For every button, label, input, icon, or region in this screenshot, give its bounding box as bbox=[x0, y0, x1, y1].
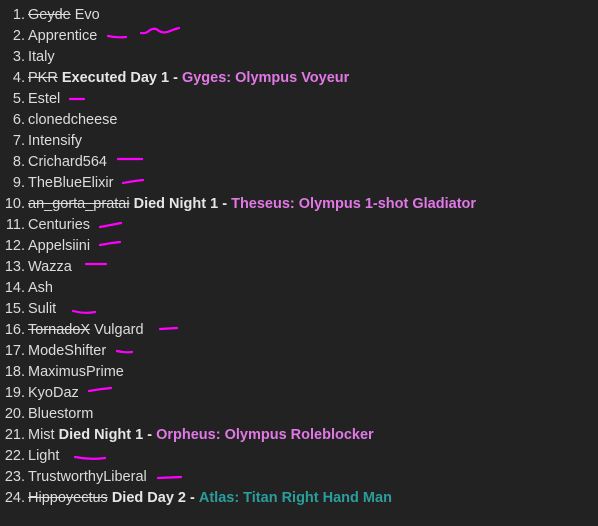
item-number: 22. bbox=[4, 448, 25, 464]
list-item: 4. PKR Executed Day 1 - Gyges: Olympus Vo… bbox=[0, 68, 598, 89]
list-item: 7. Intensify bbox=[0, 131, 598, 152]
player-name: Centuries bbox=[28, 217, 91, 233]
list-item: 15. Sulit bbox=[0, 299, 598, 320]
list-item: 10. an_gorta_pratai Died Night 1 - Theseu… bbox=[0, 194, 598, 215]
struck-name: Hippoyectus bbox=[28, 490, 108, 506]
player-name: Mist bbox=[28, 427, 55, 443]
player-name: KyoDaz bbox=[28, 385, 79, 401]
list-item: 11. Centuries bbox=[0, 215, 598, 236]
list-item: 22. Light bbox=[0, 446, 598, 467]
struck-name: PKR bbox=[28, 70, 58, 86]
player-name: TheBlueElixir bbox=[28, 175, 114, 191]
list-item: 19. KyoDaz bbox=[0, 383, 598, 404]
list-item: 5. Estel bbox=[0, 89, 598, 110]
list-item: 16. TornadoX Vulgard bbox=[0, 320, 598, 341]
item-number: 6. bbox=[12, 112, 25, 128]
death-status: Died Night 1 - bbox=[58, 427, 153, 443]
list-item: 14. Ash bbox=[0, 278, 598, 299]
struck-name: TornadoX bbox=[28, 322, 91, 338]
list-item: 23. TrustworthyLiberal bbox=[0, 467, 598, 488]
item-number: 17. bbox=[4, 343, 25, 359]
item-number: 10. bbox=[4, 196, 25, 212]
player-name: Apprentice bbox=[28, 28, 98, 44]
player-name: Italy bbox=[28, 49, 55, 65]
item-number: 3. bbox=[12, 49, 25, 65]
player-name: Light bbox=[28, 448, 60, 464]
death-status: Died Night 1 - bbox=[133, 196, 228, 212]
list-item: 18. MaximusPrime bbox=[0, 362, 598, 383]
list-item: 12. Appelsiini bbox=[0, 236, 598, 257]
list-item: 24. Hippoyectus Died Day 2 - Atlas: Titan… bbox=[0, 488, 598, 509]
player-list: 1. Geyde Evo 2. Apprentice 3. Italy 4. PKR Exec… bbox=[0, 5, 598, 509]
list-item: 6. clonedcheese bbox=[0, 110, 598, 131]
item-number: 1. bbox=[12, 7, 25, 23]
player-name: Wazza bbox=[28, 259, 72, 275]
item-number: 13. bbox=[4, 259, 25, 275]
player-name: Evo bbox=[74, 7, 100, 23]
item-number: 12. bbox=[4, 238, 25, 254]
player-name: ModeShifter bbox=[28, 343, 107, 359]
list-item: 1. Geyde Evo bbox=[0, 5, 598, 26]
player-name: Bluestorm bbox=[28, 406, 94, 422]
list-item: 2. Apprentice bbox=[0, 26, 598, 47]
item-number: 18. bbox=[4, 364, 25, 380]
item-number: 9. bbox=[12, 175, 25, 191]
player-name: Appelsiini bbox=[28, 238, 91, 254]
item-number: 24. bbox=[4, 490, 25, 506]
item-number: 2. bbox=[12, 28, 25, 44]
player-name: Sulit bbox=[28, 301, 57, 317]
item-number: 20. bbox=[4, 406, 25, 422]
item-number: 15. bbox=[4, 301, 25, 317]
role-reveal: Atlas: Titan Right Hand Man bbox=[198, 490, 392, 506]
death-status: Executed Day 1 - bbox=[61, 70, 178, 86]
list-item: 17. ModeShifter bbox=[0, 341, 598, 362]
player-name: Vulgard bbox=[94, 322, 144, 338]
player-name: MaximusPrime bbox=[28, 364, 124, 380]
item-number: 11. bbox=[5, 217, 25, 233]
item-number: 23. bbox=[4, 469, 25, 485]
list-item: 13. Wazza bbox=[0, 257, 598, 278]
item-number: 7. bbox=[12, 133, 25, 149]
player-name: TrustworthyLiberal bbox=[28, 469, 147, 485]
role-reveal: Gyges: Olympus Voyeur bbox=[181, 70, 350, 86]
player-name: clonedcheese bbox=[28, 112, 118, 128]
player-name: Estel bbox=[28, 91, 61, 107]
player-name: Crichard564 bbox=[28, 154, 107, 170]
list-item: 21. Mist Died Night 1 - Orpheus: Olympus … bbox=[0, 425, 598, 446]
list-item: 9. TheBlueElixir bbox=[0, 173, 598, 194]
item-number: 14. bbox=[4, 280, 25, 296]
list-item: 20. Bluestorm bbox=[0, 404, 598, 425]
struck-name: an_gorta_pratai bbox=[28, 196, 130, 212]
item-number: 16. bbox=[4, 322, 25, 338]
death-status: Died Day 2 - bbox=[111, 490, 195, 506]
list-item: 3. Italy bbox=[0, 47, 598, 68]
struck-name: Geyde bbox=[28, 7, 71, 23]
player-name: Ash bbox=[28, 280, 53, 296]
list-item: 8. Crichard564 bbox=[0, 152, 598, 173]
item-number: 19. bbox=[4, 385, 25, 401]
role-reveal: Theseus: Olympus 1-shot Gladiator bbox=[231, 196, 477, 212]
item-number: 5. bbox=[12, 91, 25, 107]
item-number: 8. bbox=[12, 154, 25, 170]
player-name: Intensify bbox=[28, 133, 82, 149]
role-reveal: Orpheus: Olympus Roleblocker bbox=[156, 427, 374, 443]
item-number: 21. bbox=[4, 427, 25, 443]
item-number: 4. bbox=[12, 70, 25, 86]
